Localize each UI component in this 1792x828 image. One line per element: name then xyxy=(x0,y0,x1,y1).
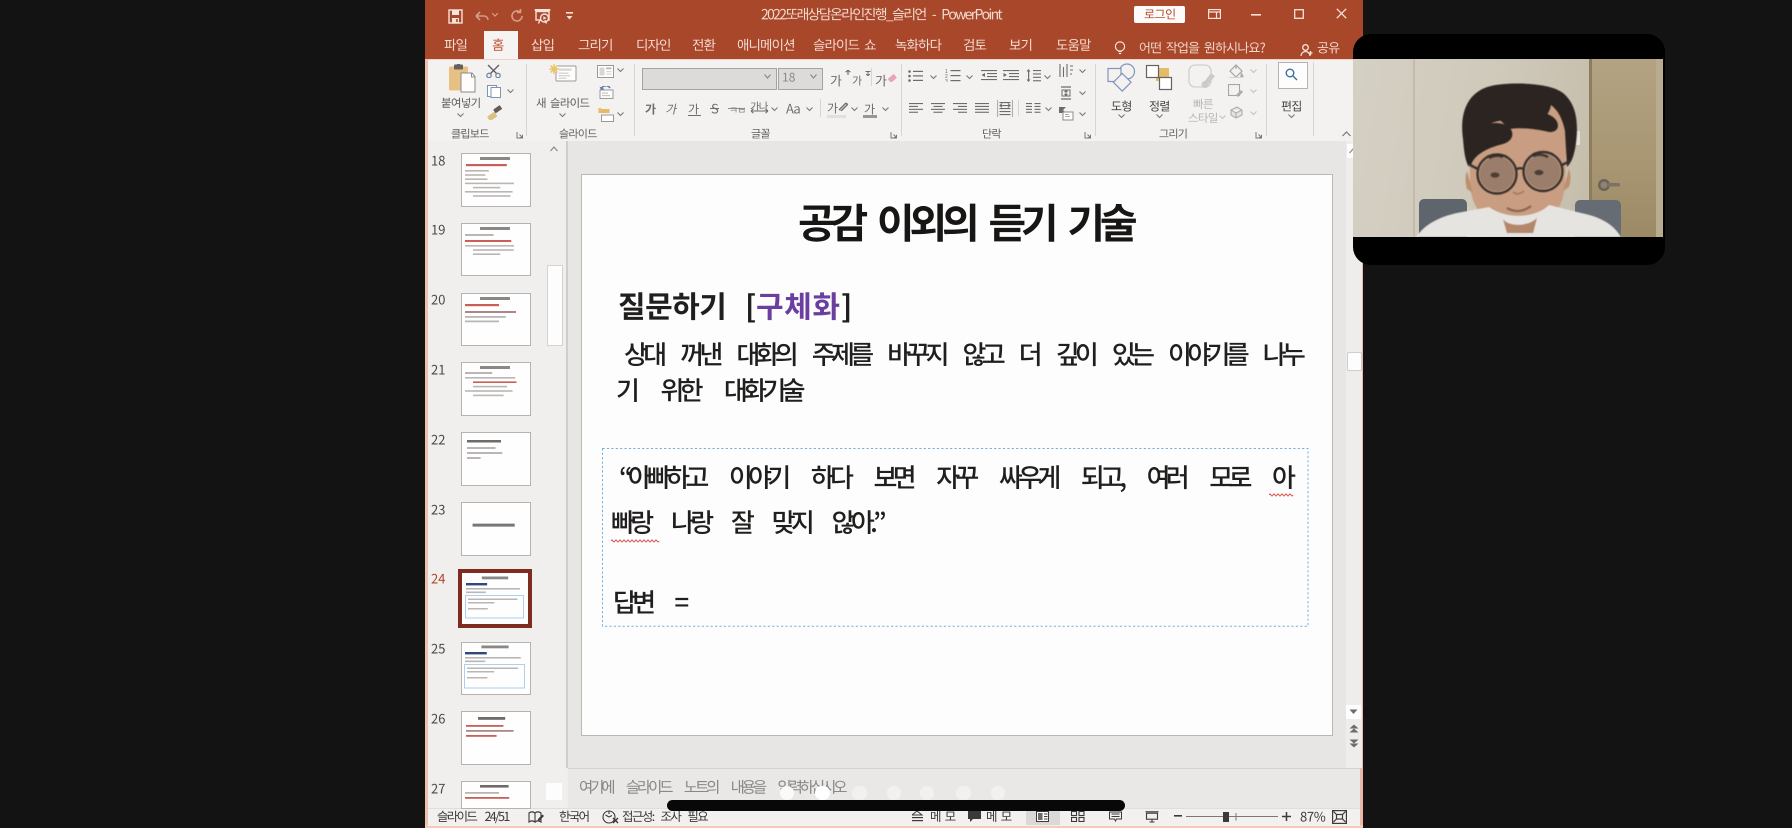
svg-text:3: 3 xyxy=(945,79,948,82)
